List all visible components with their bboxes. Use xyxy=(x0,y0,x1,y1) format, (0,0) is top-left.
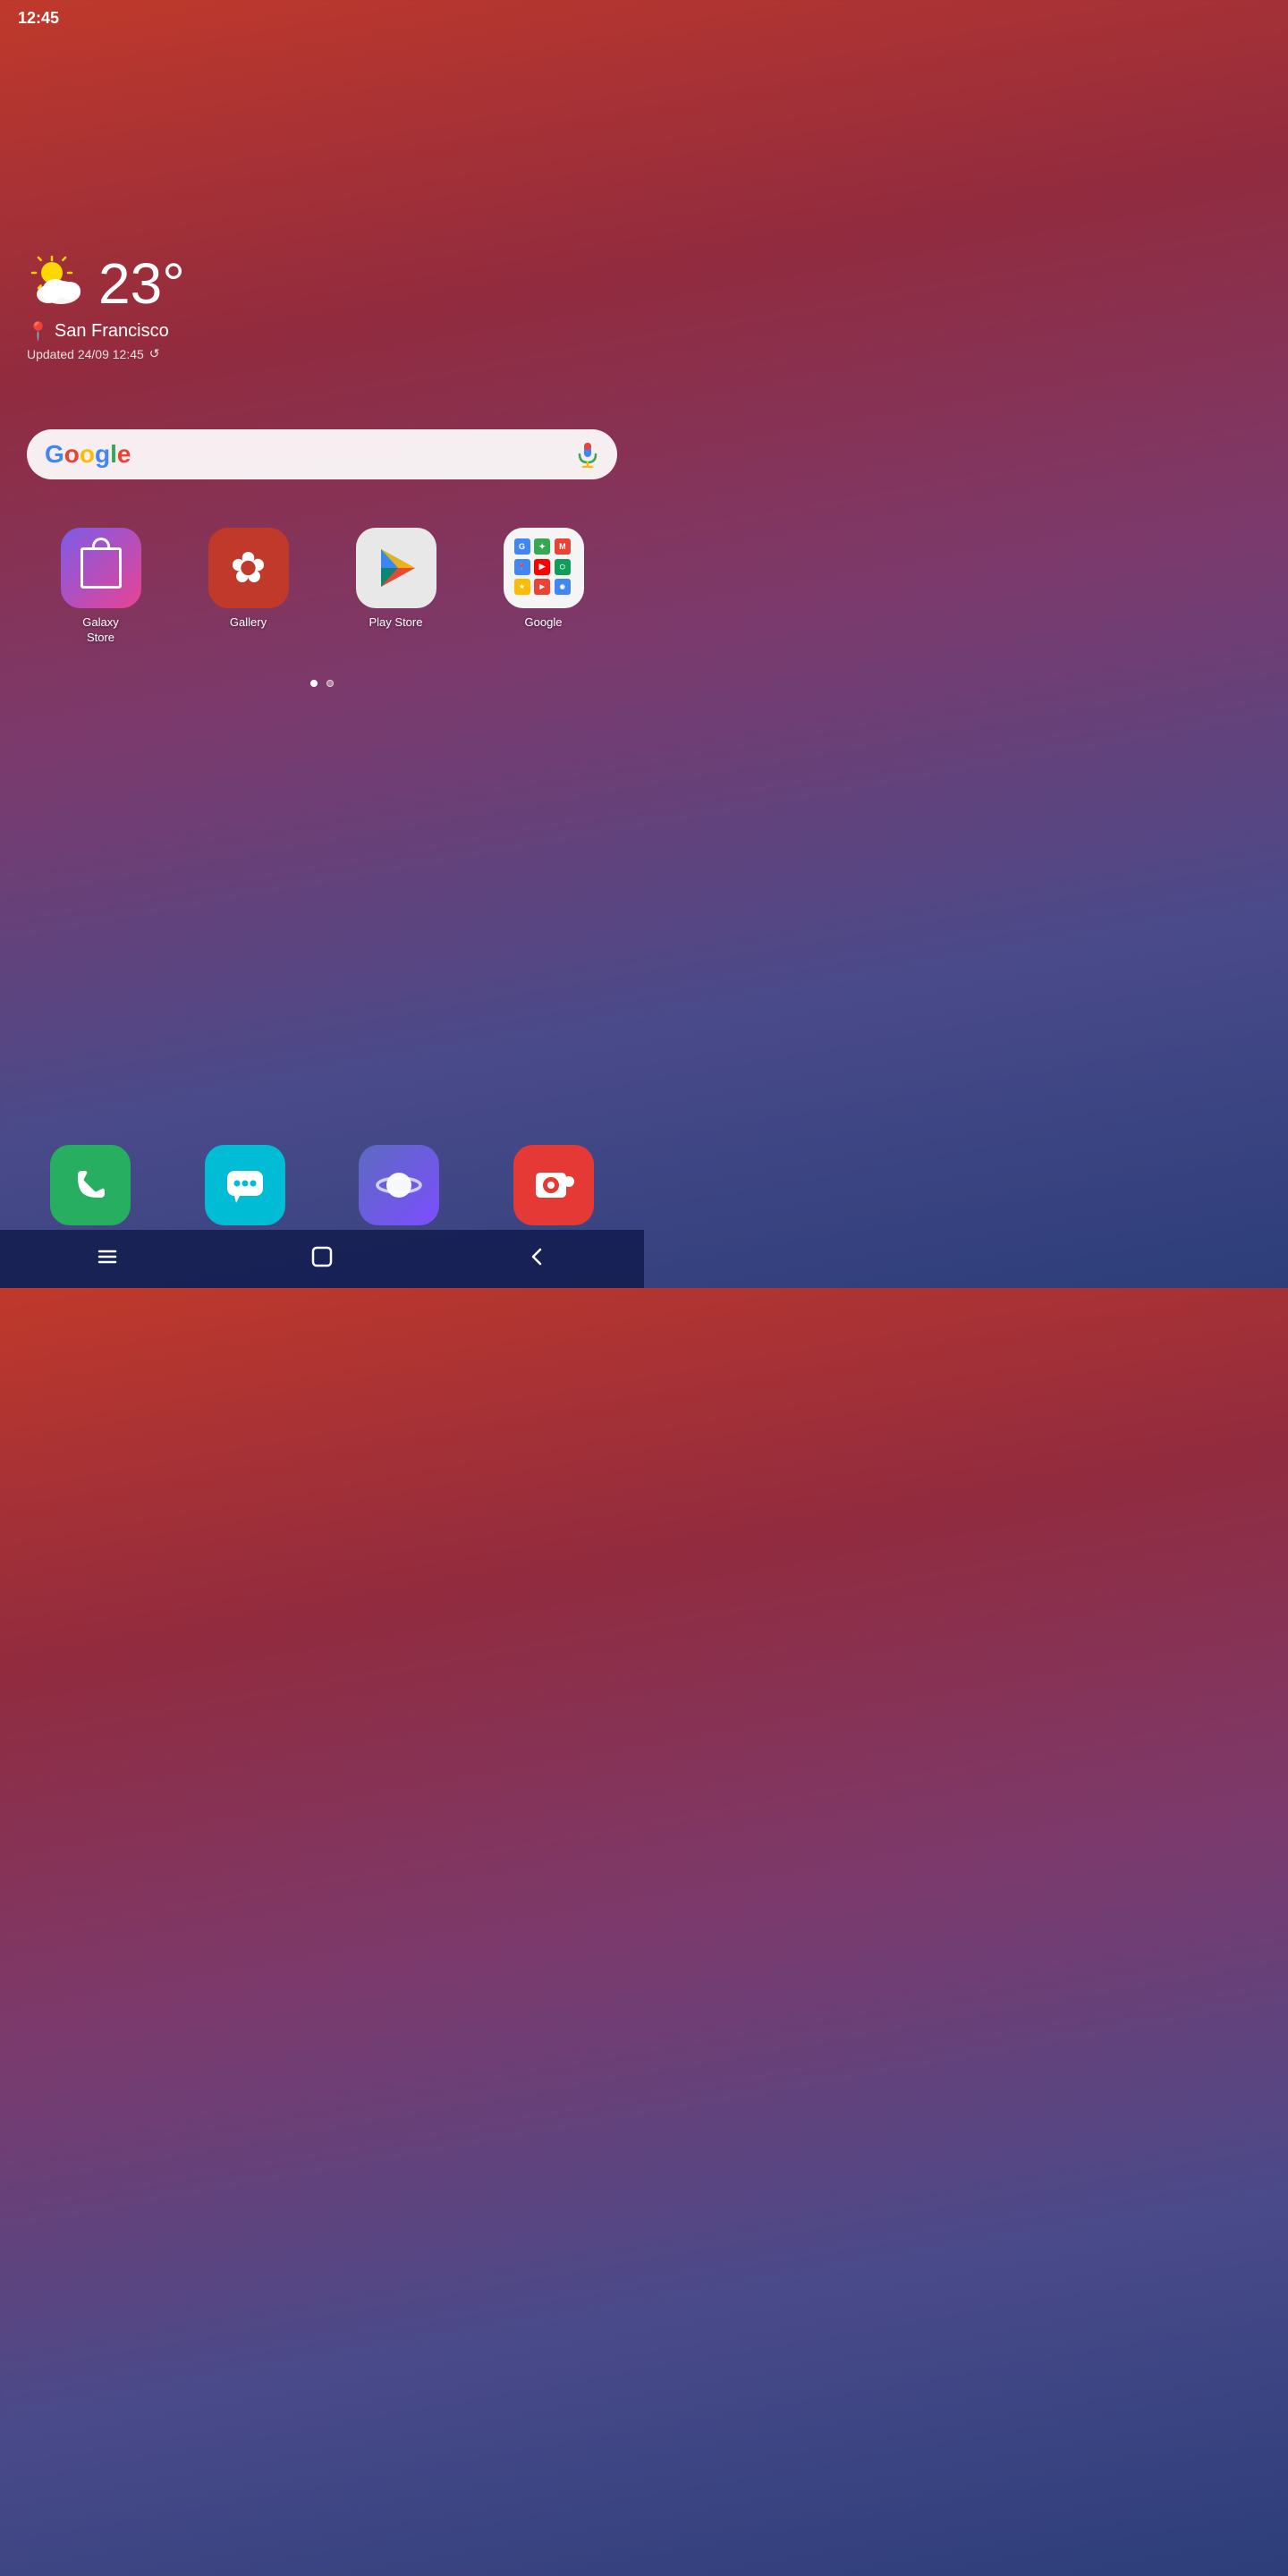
weather-widget[interactable]: 23° 📍 San Francisco Updated 24/09 12:45 … xyxy=(27,250,617,361)
galaxy-store-icon xyxy=(61,528,141,608)
recents-button[interactable] xyxy=(80,1239,134,1275)
app-gallery[interactable]: ✿ Gallery xyxy=(174,528,322,646)
microphone-icon[interactable] xyxy=(576,443,599,466)
refresh-icon: ↺ xyxy=(149,346,160,361)
dock xyxy=(13,1145,631,1225)
google-search-bar[interactable]: Google xyxy=(27,429,617,479)
status-time: 12:45 xyxy=(18,9,59,28)
app-google[interactable]: G ✦ M 📍 ▶ ⬡ ★ ▶ ◉ Google xyxy=(470,528,617,646)
dock-phone[interactable] xyxy=(13,1145,168,1225)
dock-messages[interactable] xyxy=(168,1145,323,1225)
google-logo: Google xyxy=(45,440,131,469)
bag-icon xyxy=(80,547,122,589)
google-apps-icon: G ✦ M 📍 ▶ ⬡ ★ ▶ ◉ xyxy=(504,528,584,608)
weather-location: 📍 San Francisco xyxy=(27,320,617,343)
play-store-label: Play Store xyxy=(369,615,423,631)
screen-recorder-icon xyxy=(513,1145,594,1225)
app-play-store[interactable]: Play Store xyxy=(322,528,470,646)
dock-browser[interactable] xyxy=(322,1145,477,1225)
app-galaxy-store[interactable]: GalaxyStore xyxy=(27,528,174,646)
messages-icon xyxy=(205,1145,285,1225)
phone-icon xyxy=(50,1145,131,1225)
play-store-icon xyxy=(356,528,436,608)
browser-icon xyxy=(359,1145,439,1225)
location-pin-icon: 📍 xyxy=(27,320,49,343)
gallery-icon: ✿ xyxy=(208,528,289,608)
home-button[interactable] xyxy=(295,1239,349,1275)
gallery-label: Gallery xyxy=(230,615,267,631)
page-indicators xyxy=(0,680,644,687)
weather-updated: Updated 24/09 12:45 ↺ xyxy=(27,346,617,361)
back-button[interactable] xyxy=(510,1239,564,1275)
indicator-page-2 xyxy=(326,680,334,687)
weather-icon xyxy=(27,253,89,315)
app-grid: GalaxyStore ✿ Gallery xyxy=(27,528,617,646)
status-bar: 12:45 xyxy=(0,0,644,36)
weather-temperature: 23° xyxy=(98,250,185,317)
google-label: Google xyxy=(525,615,563,631)
navigation-bar xyxy=(0,1230,644,1288)
dock-screen-recorder[interactable] xyxy=(477,1145,631,1225)
galaxy-store-label: GalaxyStore xyxy=(82,615,118,646)
indicator-page-1 xyxy=(310,680,318,687)
